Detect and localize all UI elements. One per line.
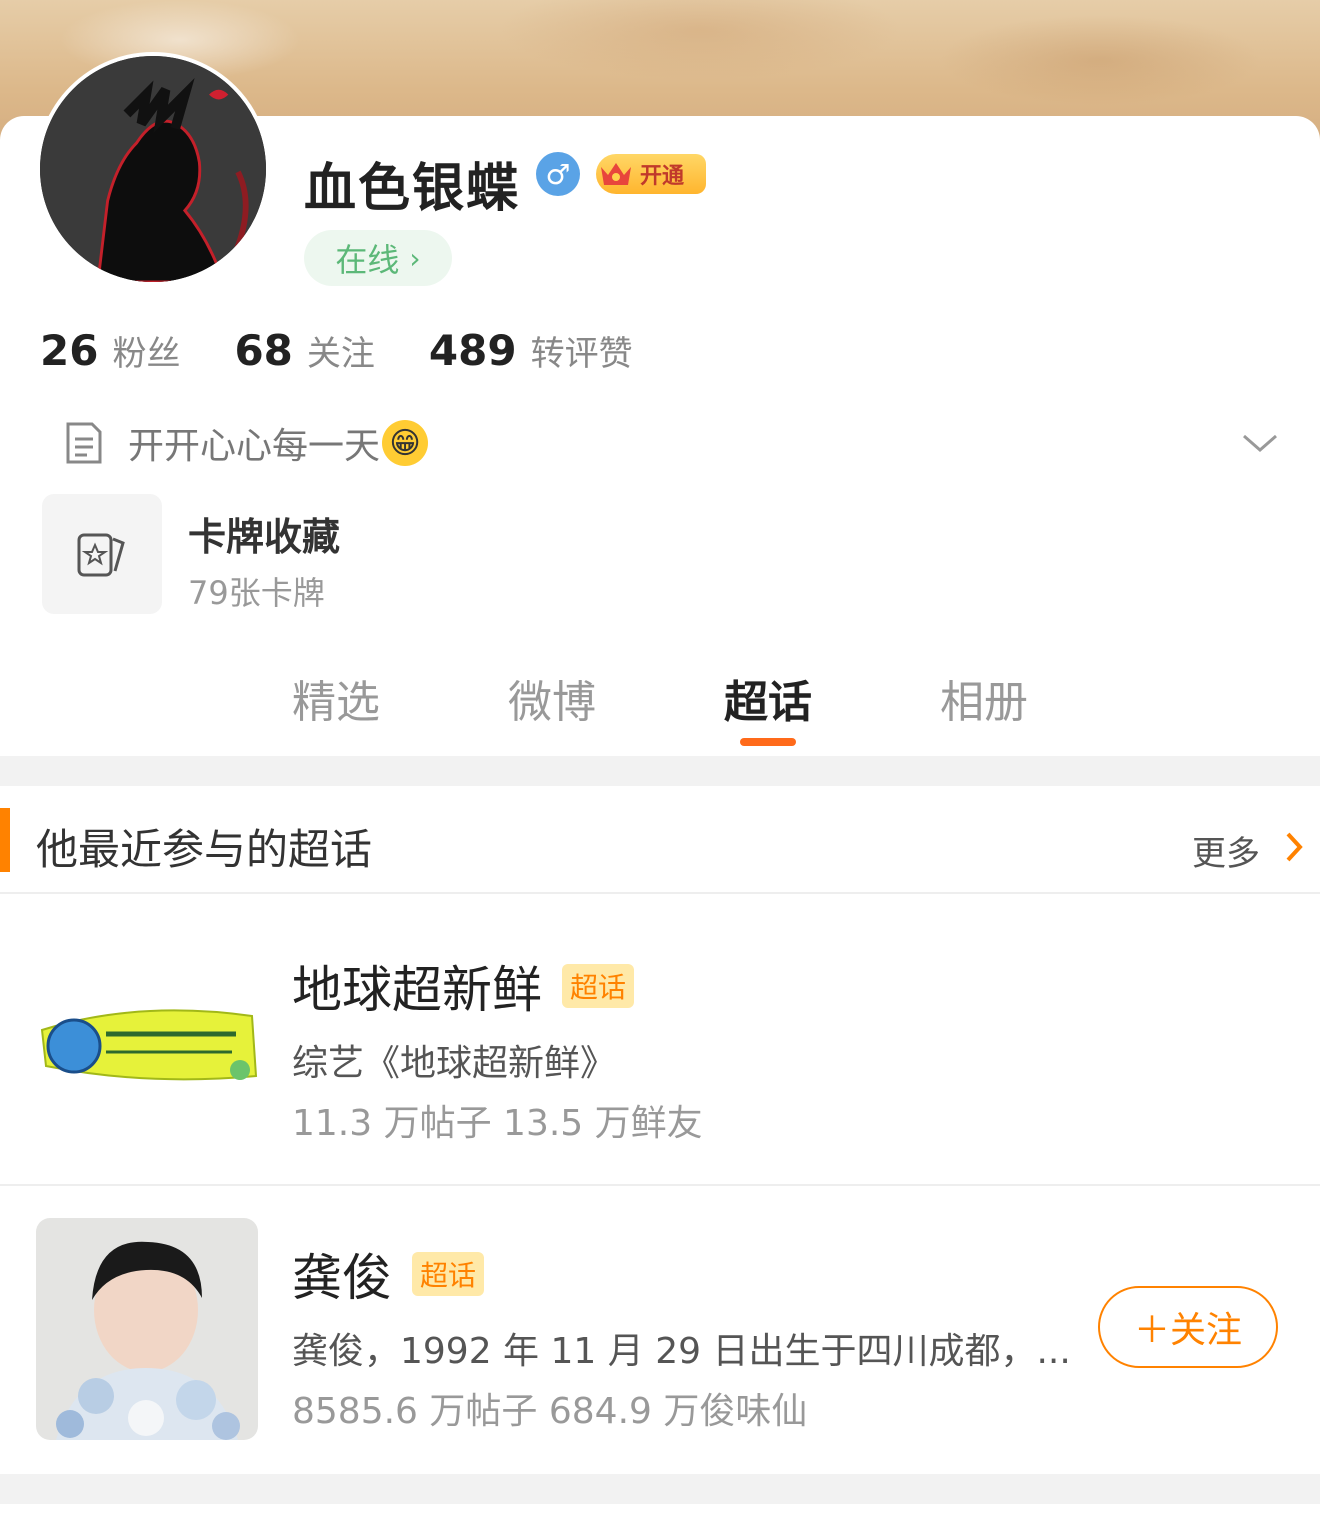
interactions-label: 转评赞 — [530, 334, 633, 374]
followers-count: 26 — [40, 326, 99, 375]
topic-title: 龚俊 超话 — [292, 1238, 485, 1310]
online-status-label: 在线 — [335, 241, 400, 279]
stat-following[interactable]: 68 关注 — [234, 326, 374, 375]
followers-label: 粉丝 — [112, 334, 181, 374]
topic-title: 地球超新鲜 超话 — [292, 950, 635, 1022]
topic-stats: 11.3 万帖子 13.5 万鲜友 — [292, 1103, 703, 1144]
tab-featured[interactable]: 精选 — [256, 666, 416, 730]
tab-weibo[interactable]: 微博 — [472, 666, 632, 730]
profile-tabs: 精选 微博 超话 相册 — [0, 660, 1320, 756]
supertopic-item[interactable]: 龚俊 超话 龚俊，1992 年 11 月 29 日出生于四川成都，... 858… — [0, 1184, 1320, 1474]
chevron-down-icon[interactable] — [1240, 428, 1280, 458]
chevron-right-icon[interactable] — [1282, 830, 1306, 864]
crown-icon — [596, 154, 636, 194]
section-accent-bar — [0, 808, 10, 872]
card-collection-title[interactable]: 卡牌收藏 — [188, 506, 340, 561]
tab-supertopic[interactable]: 超话 — [688, 666, 848, 730]
following-count: 68 — [234, 326, 293, 375]
supertopic-item[interactable]: 地球超新鲜 超话 综艺《地球超新鲜》 11.3 万帖子 13.5 万鲜友 — [0, 896, 1320, 1186]
avatar-illustration — [40, 56, 266, 282]
chevron-right-icon: › — [409, 241, 421, 275]
following-label: 关注 — [306, 334, 375, 374]
topic-description: 综艺《地球超新鲜》 — [292, 1043, 617, 1084]
section-header: 他最近参与的超话 更多 — [0, 786, 1320, 894]
stat-interactions[interactable]: 489 转评赞 — [429, 326, 633, 375]
bio-text: 开开心心每一天 — [128, 426, 381, 467]
document-icon — [66, 422, 102, 464]
tab-album[interactable]: 相册 — [904, 666, 1064, 730]
vip-open-label: 开通 — [640, 164, 685, 189]
online-status-button[interactable]: 在线 › — [304, 230, 452, 286]
stat-followers[interactable]: 26 粉丝 — [40, 326, 180, 375]
next-section-edge — [0, 1504, 1320, 1532]
card-collection-icon-box[interactable] — [42, 494, 162, 614]
vip-open-badge[interactable]: 开通 — [596, 154, 706, 194]
topic-logo-image — [36, 930, 258, 1152]
active-tab-indicator — [740, 738, 796, 746]
topic-stats: 8585.6 万帖子 684.9 万俊味仙 — [292, 1391, 808, 1432]
profile-stats: 26 粉丝 68 关注 489 转评赞 — [40, 326, 687, 375]
more-link[interactable]: 更多 — [1192, 826, 1260, 875]
topic-name: 地球超新鲜 — [292, 961, 542, 1019]
topic-name: 龚俊 — [292, 1249, 392, 1307]
supertopic-tag: 超话 — [412, 1252, 485, 1296]
avatar[interactable] — [36, 52, 270, 286]
card-collection-icon — [77, 533, 125, 577]
topic-avatar-image — [36, 1218, 258, 1440]
recent-supertopics-section: 他最近参与的超话 更多 地球超新鲜 超话 综艺《地球超新鲜》 11.3 万帖子 … — [0, 786, 1320, 1474]
interactions-count: 489 — [428, 326, 517, 375]
grin-emoji-icon: 😁 — [382, 420, 429, 466]
bio-row[interactable]: 开开心心每一天 😁 — [64, 414, 1280, 472]
section-title: 他最近参与的超话 — [36, 825, 373, 874]
follow-button[interactable]: ＋关注 — [1098, 1286, 1278, 1368]
supertopic-tag: 超话 — [562, 964, 635, 1008]
male-icon: ♂ — [536, 152, 580, 196]
card-collection-count: 79张卡牌 — [188, 574, 325, 612]
username: 血色银蝶 — [304, 159, 521, 219]
topic-description: 龚俊，1992 年 11 月 29 日出生于四川成都，... — [292, 1331, 1071, 1372]
